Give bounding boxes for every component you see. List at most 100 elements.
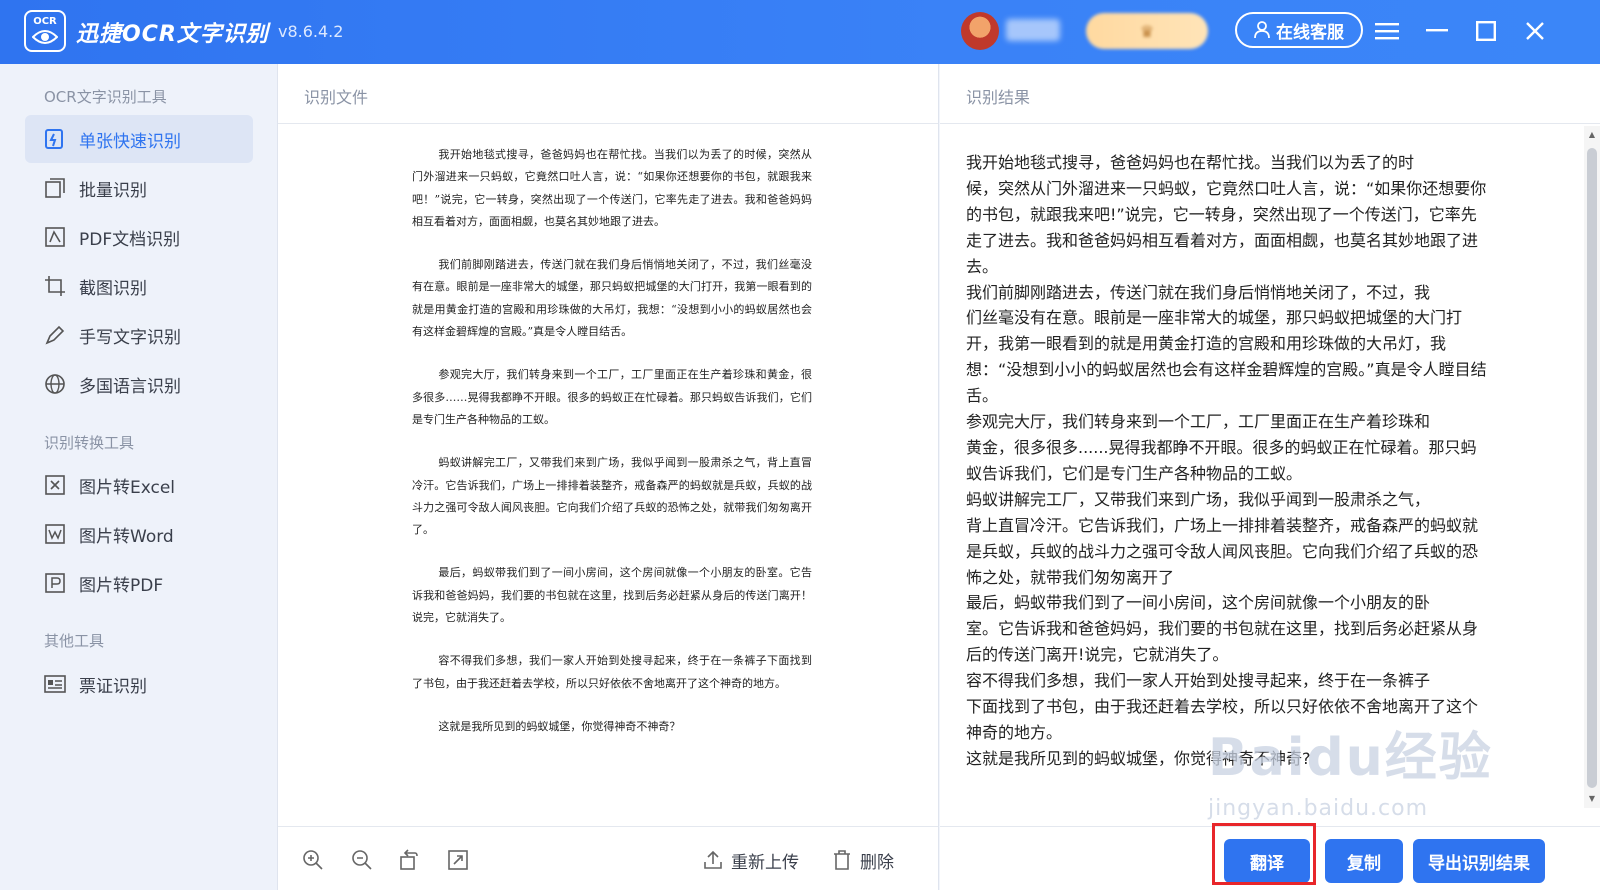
sidebar-item-label: 图片转Excel [79, 477, 176, 498]
doc-paragraph: 蚂蚁讲解完工厂，又带我们来到广场，我似乎闻到一股肃杀之气，背上直冒冷汗。它告诉我… [412, 456, 812, 537]
doc-paragraph: 我们前脚刚踏进去，传送门就在我们身后悄悄地关闭了，不过，我们丝毫没有在意。眼前是… [412, 258, 812, 339]
sidebar-item-single-scan[interactable]: 单张快速识别 [25, 115, 253, 163]
export-button[interactable]: 导出识别结果 [1413, 839, 1545, 883]
sidebar-item-pdf-doc[interactable]: PDF文档识别 [25, 213, 253, 261]
result-line: 去。 [966, 256, 999, 276]
sidebar-item-handwriting[interactable]: 手写文字识别 [25, 311, 253, 359]
upload-icon [704, 850, 722, 869]
scroll-thumb[interactable] [1587, 148, 1597, 788]
result-line: 我们前脚刚踏进去，传送门就在我们身后悄悄地关闭了，不过，我 [966, 282, 1431, 302]
doc-paragraph: 这就是我所见到的蚂蚁城堡，你觉得神奇不神奇？ [438, 719, 681, 733]
doc-paragraph: 参观完大厅，我们转身来到一个工厂，工厂里面正在生产着珍珠和黄金，很多很多……晃得… [412, 368, 812, 426]
document-preview[interactable]: 我开始地毯式搜寻，爸爸妈妈也在帮忙找。当我们以为丢了的时候，突然从门外溜进来一只… [412, 144, 812, 870]
sidebar-item-to-word[interactable]: 图片转Word [25, 510, 253, 558]
result-line: 室。它告诉我和爸爸妈妈，我们要的书包就在这里，找到后务必赶紧从身 [966, 619, 1479, 639]
doc-paragraph: 最后，蚂蚁带我们到了一间小房间，这个房间就像一个小朋友的卧室。它告诉我和爸爸妈妈… [412, 566, 812, 625]
copy-button[interactable]: 复制 [1325, 839, 1403, 883]
result-text-area[interactable]: 我开始地毯式搜寻，爸爸妈妈也在帮忙找。当我们以为丢了的时 候，突然从门外溜进来一只… [966, 150, 1546, 810]
pdf-doc-icon [43, 225, 67, 249]
zoom-out-button[interactable] [349, 847, 375, 873]
excel-icon [43, 473, 67, 497]
result-line: 走了进去。我和爸爸妈妈相互看着对方，面面相觑，也莫名其妙地跟了进 [966, 230, 1479, 250]
section-title-convert-tools: 识别转换工具 [44, 434, 135, 452]
online-service-button[interactable]: 在线客服 [1235, 12, 1363, 48]
annotation-highlight-box [1212, 823, 1316, 885]
delete-button[interactable]: 删除 [832, 847, 894, 873]
result-line: 背上直冒冷汗。它告诉我们，广场上一排排着装整齐，戒备森严的蚂蚁就 [966, 515, 1479, 535]
delete-label: 删除 [860, 852, 894, 873]
app-logo: OCR [24, 10, 66, 52]
menu-button[interactable] [1372, 16, 1402, 46]
pen-icon [43, 323, 67, 347]
result-line: 蚁告诉我们，它们是专门生产各种物品的工蚁。 [966, 463, 1303, 483]
globe-icon [43, 372, 67, 396]
result-line: 最后，蚂蚁带我们到了一间小房间，这个房间就像一个小朋友的卧 [966, 593, 1431, 613]
title-bar: OCR 迅捷OCR文字识别 v8.6.4.2 ♛ 在线客服 [0, 0, 1600, 64]
result-line: 的书包，就跟我来吧!”说完，它一转身，突然出现了一个传送门，它率先 [966, 204, 1477, 224]
sidebar-item-label: 票证识别 [79, 676, 147, 697]
eye-icon [32, 30, 58, 44]
result-line: 这就是我所见到的蚂蚁城堡，你觉得神奇不神奇? [966, 748, 1311, 768]
result-line: 下面找到了书包，由于我还赶着去学校，所以只好依依不舍地离开了这个 [966, 697, 1479, 717]
sidebar-item-multilang[interactable]: 多国语言识别 [25, 360, 253, 408]
crop-icon [43, 274, 67, 298]
trash-icon [834, 850, 850, 870]
minimize-icon [1426, 29, 1448, 32]
word-icon [43, 522, 67, 546]
file-panel: 识别文件 我开始地毯式搜寻，爸爸妈妈也在帮忙找。当我们以为丢了的时候，突然从门外… [278, 64, 939, 890]
id-card-icon [43, 672, 67, 696]
rotate-icon [400, 849, 418, 870]
reupload-button[interactable]: 重新上传 [703, 847, 799, 873]
sidebar-item-label: 图片转PDF [79, 575, 164, 596]
result-line: 候，突然从门外溜进来一只蚂蚁，它竟然口吐人言，说：“如果你还想要你 [966, 178, 1487, 198]
zoom-out-icon [352, 850, 372, 870]
batch-icon [43, 176, 67, 200]
result-line: 神奇的地方。 [966, 722, 1063, 742]
sidebar-item-to-excel[interactable]: 图片转Excel [25, 461, 253, 509]
sidebar: OCR文字识别工具 单张快速识别 批量识别 PDF文档识别 截图识别 手写文字识… [0, 64, 278, 890]
app-version: v8.6.4.2 [278, 22, 344, 41]
app-title: 迅捷OCR文字识别 [76, 22, 269, 47]
rotate-button[interactable] [396, 847, 422, 873]
result-line: 蚂蚁讲解完工厂，又带我们来到广场，我似乎闻到一股肃杀之气， [966, 489, 1431, 509]
doc-paragraph: 我开始地毯式搜寻，爸爸妈妈也在帮忙找。当我们以为丢了的时候，突然从门外溜进来一只… [412, 148, 812, 228]
vip-badge[interactable]: ♛ [1086, 13, 1208, 49]
close-icon [1526, 22, 1544, 40]
user-avatar[interactable] [961, 12, 999, 50]
zoom-in-icon [303, 850, 323, 870]
doc-paragraph: 容不得我们多想，我们一家人开始到处搜寻起来，终于在一条裤子下面找到了书包，由于我… [412, 654, 812, 690]
result-line: 怖之处，就带我们匆匆离开了 [966, 567, 1175, 587]
sidebar-item-batch[interactable]: 批量识别 [25, 164, 253, 212]
person-icon [1254, 21, 1270, 39]
sidebar-item-label: 多国语言识别 [79, 376, 181, 397]
username-blurred[interactable] [1006, 19, 1060, 41]
sidebar-item-label: 截图识别 [79, 278, 147, 299]
scroll-down-icon[interactable]: ▼ [1587, 794, 1597, 804]
fit-screen-button[interactable] [445, 847, 471, 873]
logo-text: OCR [33, 16, 57, 27]
crown-icon: ♛ [1139, 21, 1155, 41]
maximize-button[interactable] [1471, 16, 1501, 46]
sidebar-item-id-card[interactable]: 票证识别 [25, 660, 253, 708]
sidebar-item-to-pdf[interactable]: 图片转PDF [25, 559, 253, 607]
sidebar-item-label: 图片转Word [79, 526, 174, 547]
file-toolbar: 重新上传 删除 [278, 826, 938, 890]
minimize-button[interactable] [1422, 16, 1452, 46]
result-line: 舌。 [966, 386, 999, 406]
hamburger-icon [1375, 23, 1399, 40]
close-button[interactable] [1520, 16, 1550, 46]
single-scan-icon [43, 127, 67, 151]
pdf-icon [43, 571, 67, 595]
scroll-up-icon[interactable]: ▲ [1587, 130, 1597, 140]
sidebar-item-label: 批量识别 [79, 180, 147, 201]
result-line: 开，我第一眼看到的就是用黄金打造的宫殿和用珍珠做的大吊灯，我 [966, 334, 1447, 354]
sidebar-item-crop[interactable]: 截图识别 [25, 262, 253, 310]
zoom-in-button[interactable] [300, 847, 326, 873]
file-panel-header: 识别文件 [278, 64, 938, 124]
sidebar-item-label: PDF文档识别 [79, 229, 181, 250]
section-title-other-tools: 其他工具 [44, 632, 105, 650]
reupload-label: 重新上传 [731, 852, 799, 873]
online-service-label: 在线客服 [1276, 22, 1344, 43]
sidebar-item-label: 手写文字识别 [79, 327, 181, 348]
result-scrollbar[interactable]: ▲ ▼ [1584, 126, 1600, 808]
